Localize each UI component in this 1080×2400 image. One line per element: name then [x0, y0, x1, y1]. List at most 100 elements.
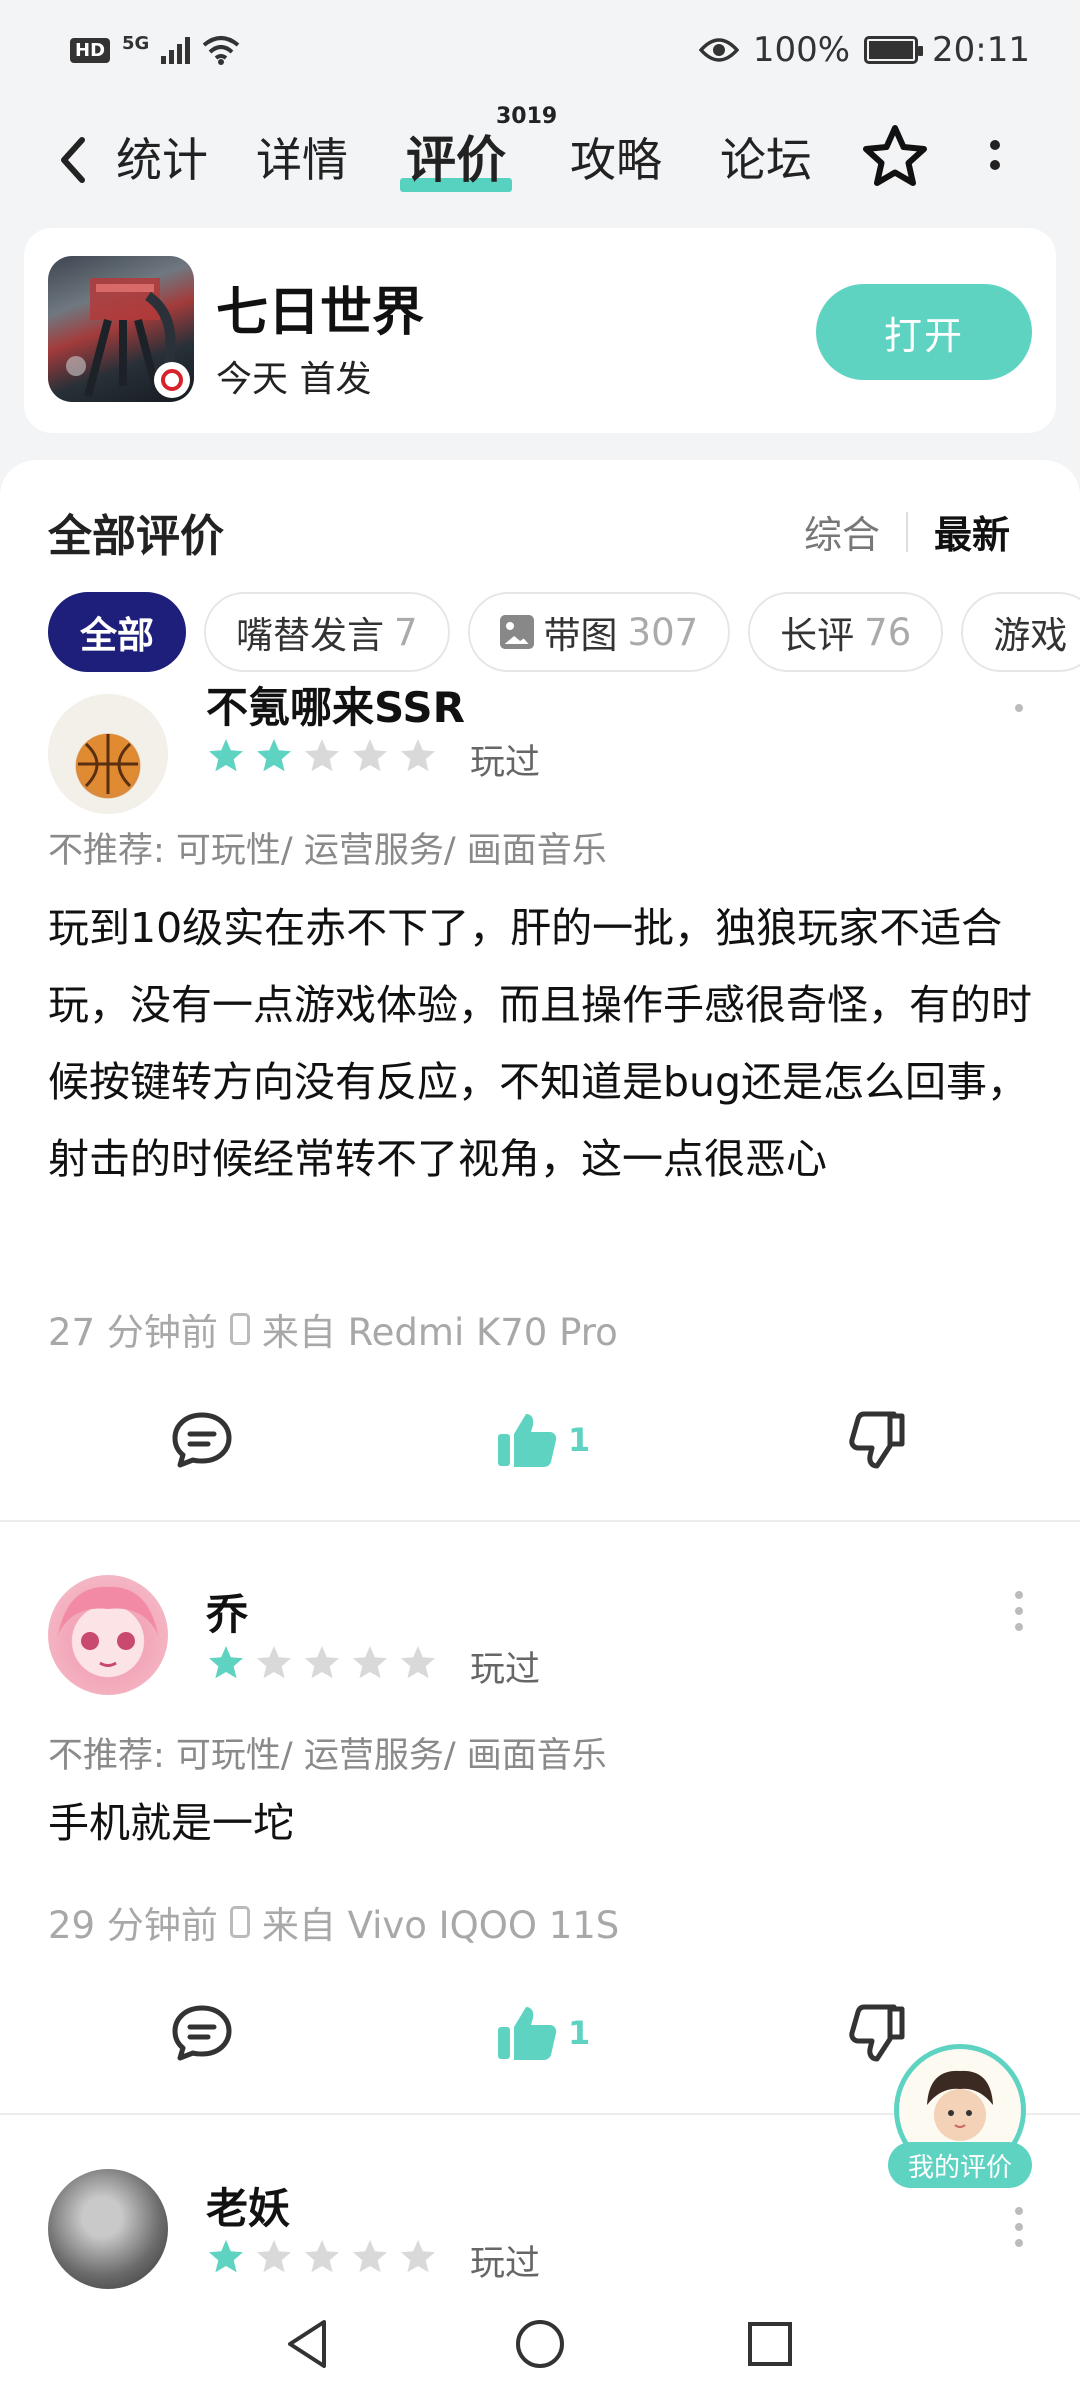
- star-empty-icon: [305, 2240, 339, 2273]
- publisher-badge-icon: [154, 362, 190, 398]
- review-device: 来自 Vivo IQOO 11S: [261, 1904, 620, 1947]
- star-filled-icon: [209, 1646, 243, 1679]
- nav-recent-button[interactable]: [738, 2312, 802, 2376]
- eye-icon: [698, 38, 739, 62]
- sort-switcher: 综合 最新: [804, 504, 1010, 559]
- chip-count: 76: [864, 610, 912, 654]
- rating-stars: [206, 2237, 438, 2277]
- like-count: 1: [568, 1421, 591, 1459]
- review-actions: 1: [0, 1410, 1080, 1490]
- avatar[interactable]: [48, 2169, 168, 2289]
- hd-badge: HD: [70, 37, 111, 63]
- star-empty-icon: [305, 739, 339, 772]
- thumbs-up-icon: [498, 1414, 557, 1467]
- reply-button[interactable]: [170, 1410, 234, 1470]
- battery-percent: 100%: [752, 30, 851, 70]
- review-card: 不氪哪来SSR 玩过 不推荐: 可玩性/ 运营服务/ 画面音乐 玩到10级实在赤…: [0, 683, 1080, 1522]
- status-bar: HD 5G 100% 20:11: [0, 0, 1080, 100]
- star-empty-icon: [401, 1646, 435, 1679]
- filter-chip-game[interactable]: 游戏: [961, 592, 1080, 672]
- tab-reviews[interactable]: 评价: [400, 128, 512, 192]
- sort-comprehensive[interactable]: 综合: [804, 504, 880, 559]
- review-tags: 不推荐: 可玩性/ 运营服务/ 画面音乐: [48, 831, 607, 871]
- chip-count: 7: [394, 610, 418, 654]
- chip-label: 长评: [780, 614, 855, 657]
- star-filled-icon: [209, 739, 243, 772]
- star-empty-icon: [257, 2240, 291, 2273]
- sort-divider: [905, 511, 908, 552]
- reviews-heading: 全部评价: [48, 511, 224, 562]
- reply-button[interactable]: [170, 2003, 234, 2063]
- reviewer-name[interactable]: 老妖: [206, 2175, 290, 2236]
- favorite-button[interactable]: [860, 122, 930, 192]
- tab-forum[interactable]: 论坛: [720, 128, 812, 192]
- review-more-button[interactable]: [1015, 2207, 1023, 2247]
- rating-stars: [206, 736, 438, 776]
- app-release-status: 今天 首发: [216, 359, 372, 400]
- like-count: 1: [568, 2014, 591, 2052]
- review-content: 玩到10级实在赤不下了，肝的一批，独狼玩家不适合玩，没有一点游戏体验，而且操作手…: [48, 904, 1032, 1183]
- app-icon: [48, 256, 194, 402]
- phone-icon: [229, 1313, 250, 1345]
- comment-icon: [172, 1412, 232, 1468]
- avatar[interactable]: [48, 694, 168, 814]
- review-meta: 27 分钟前 来自 Redmi K70 Pro: [48, 1302, 618, 1356]
- tab-details[interactable]: 详情: [256, 128, 348, 192]
- more-icon: [990, 140, 1000, 150]
- app-title: 七日世界: [216, 283, 425, 343]
- filter-chip-all[interactable]: 全部: [48, 592, 186, 672]
- my-review-label: 我的评价: [888, 2142, 1032, 2188]
- clock: 20:11: [932, 30, 1030, 70]
- sort-latest[interactable]: 最新: [934, 504, 1010, 559]
- review-tags: 不推荐: 可玩性/ 运营服务/ 画面音乐: [48, 1736, 607, 1776]
- nav-recent-icon: [748, 2322, 792, 2366]
- open-button[interactable]: 打开: [816, 284, 1032, 380]
- back-icon: [61, 137, 85, 183]
- my-review-button[interactable]: 我的评价: [888, 2040, 1032, 2188]
- nav-back-button[interactable]: [276, 2312, 340, 2376]
- image-icon: [499, 615, 534, 649]
- signal-icon: [161, 36, 191, 64]
- back-button[interactable]: [58, 130, 118, 190]
- reviewer-name[interactable]: 乔: [206, 1581, 248, 1642]
- dislike-button[interactable]: [846, 1410, 908, 1470]
- star-empty-icon: [353, 1646, 387, 1679]
- played-status: 玩过: [470, 1650, 541, 1690]
- played-status: 玩过: [470, 2244, 541, 2284]
- comment-icon: [172, 2005, 232, 2061]
- back-label[interactable]: 统计: [116, 128, 208, 192]
- like-button[interactable]: 1: [496, 1410, 590, 1470]
- more-menu-button[interactable]: [985, 134, 1005, 184]
- star-empty-icon: [353, 2240, 387, 2273]
- phone-icon: [229, 1906, 250, 1938]
- thumbs-down-icon: [849, 1411, 905, 1469]
- nav-home-button[interactable]: [508, 2312, 572, 2376]
- review-more-button[interactable]: [1015, 1591, 1023, 1631]
- review-count-badge: 3019: [496, 104, 558, 129]
- tab-guides[interactable]: 攻略: [570, 128, 662, 192]
- filter-chip-spokesperson[interactable]: 嘴替发言 7: [204, 592, 450, 672]
- chip-label: 带图: [543, 614, 618, 657]
- chip-count: 307: [627, 610, 699, 654]
- divider: [0, 1520, 1080, 1522]
- star-empty-icon: [257, 1646, 291, 1679]
- review-card: 乔 玩过 不推荐: 可玩性/ 运营服务/ 画面音乐 手机就是一坨 29 分钟前 …: [0, 1523, 1080, 2115]
- star-empty-icon: [401, 2240, 435, 2273]
- review-time: 27 分钟前: [48, 1311, 218, 1354]
- star-filled-icon: [257, 739, 291, 772]
- star-filled-icon: [209, 2240, 243, 2273]
- review-more-button[interactable]: [1015, 704, 1023, 712]
- review-device: 来自 Redmi K70 Pro: [261, 1311, 618, 1354]
- played-status: 玩过: [470, 743, 541, 783]
- like-button[interactable]: 1: [496, 2003, 590, 2063]
- favorite-star-icon: [863, 125, 927, 186]
- filter-chip-with-images[interactable]: 带图 307: [467, 592, 731, 672]
- system-navigation-bar: [0, 2290, 1080, 2400]
- nav-back-icon: [288, 2320, 326, 2368]
- chip-label: 全部: [80, 614, 154, 657]
- battery-icon: [864, 36, 924, 64]
- avatar[interactable]: [48, 1575, 168, 1695]
- filter-chip-long-review[interactable]: 长评 76: [748, 592, 944, 672]
- review-meta: 29 分钟前 来自 Vivo IQOO 11S: [48, 1895, 619, 1949]
- reviewer-name[interactable]: 不氪哪来SSR: [206, 674, 465, 735]
